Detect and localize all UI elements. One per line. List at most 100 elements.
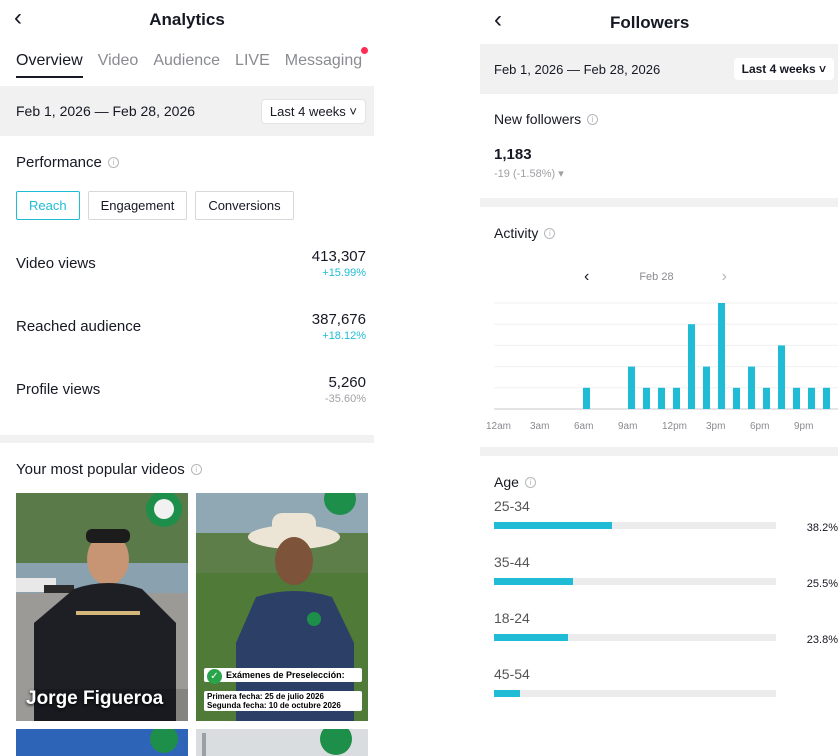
followers-screen: ‹ Followers Feb 1, 2026 — Feb 28, 2026 L… [480, 0, 838, 756]
activity-bar[interactable] [643, 387, 650, 409]
activity-bar[interactable] [778, 345, 785, 409]
activity-date: Feb 28 [639, 271, 674, 283]
age-row: 35-44 25.5% [480, 554, 838, 610]
metric-name: Reached audience [16, 318, 142, 335]
analytics-screen: ‹ Analytics Overview Video Audience LIVE… [0, 0, 374, 756]
info-icon[interactable]: i [190, 464, 202, 475]
chip-engagement[interactable]: Engagement [87, 191, 188, 220]
popular-videos-heading: Your most popular videos i [0, 461, 374, 478]
activity-bar[interactable] [748, 366, 755, 409]
period-select[interactable]: Last 4 weeks ˅ [260, 98, 366, 124]
section-divider [480, 198, 838, 207]
activity-bar[interactable] [658, 387, 665, 409]
activity-bar[interactable] [793, 387, 800, 409]
x-tick-label: 6pm [750, 421, 769, 432]
metric-row[interactable]: Profile views 5,260 -35.60% [0, 358, 374, 421]
age-bar-track [494, 690, 776, 697]
activity-bar[interactable] [703, 366, 710, 409]
performance-label: Performance [16, 154, 102, 171]
age-percent: 38.2% [806, 522, 838, 534]
age-group-label: 45-54 [494, 666, 530, 682]
new-followers-heading: New followers i [494, 111, 824, 127]
age-group-label: 35-44 [494, 554, 530, 570]
page-title: Followers [610, 13, 690, 32]
activity-bar[interactable] [823, 387, 830, 409]
check-icon: ✓ [207, 669, 222, 684]
age-row: 45-54 [480, 666, 838, 722]
x-tick-label: 12am [486, 421, 511, 432]
age-percent: 25.5% [806, 578, 838, 590]
video-caption-line1: Primera fecha: 25 de julio 2026 [207, 692, 324, 701]
info-icon[interactable]: i [587, 113, 599, 125]
age-row: 25-34 38.2% [480, 498, 838, 554]
age-group-label: 18-24 [494, 610, 530, 626]
video-thumbnail-image [16, 493, 188, 721]
new-followers-label: New followers [494, 111, 582, 127]
notification-dot-icon [361, 47, 369, 54]
age-heading: Age i [494, 474, 824, 490]
info-icon[interactable]: i [544, 227, 556, 239]
video-caption-box: ✓ Exámenes de Preselección: [204, 668, 362, 684]
chip-conversions[interactable]: Conversions [195, 191, 294, 220]
tab-overview[interactable]: Overview [16, 52, 83, 78]
activity-bar[interactable] [673, 387, 680, 409]
metric-value: 387,676 [311, 311, 366, 328]
activity-bar[interactable] [733, 387, 740, 409]
metric-name: Video views [16, 255, 96, 272]
activity-label: Activity [494, 225, 539, 241]
activity-bar[interactable] [628, 366, 635, 409]
tab-messaging[interactable]: Messaging [284, 47, 369, 78]
activity-bar[interactable] [688, 324, 695, 409]
tab-bar: Overview Video Audience LIVE Messaging [0, 40, 374, 78]
age-bar-track [494, 578, 776, 585]
age-bar-track [494, 522, 776, 529]
x-tick-label: 3am [530, 421, 549, 432]
info-icon[interactable]: i [524, 476, 536, 488]
tab-live[interactable]: LIVE [235, 52, 270, 78]
activity-bar[interactable] [808, 387, 815, 409]
performance-heading: Performance i [0, 154, 374, 171]
tab-messaging-label: Messaging [284, 52, 363, 69]
video-thumbnail-image [16, 729, 188, 756]
metric-chips: Reach Engagement Conversions [0, 191, 374, 220]
video-thumbnail-image [196, 729, 368, 756]
age-label: Age [494, 474, 519, 490]
prev-day-chevron-icon[interactable]: ‹ [584, 268, 589, 286]
video-thumbnail[interactable] [16, 729, 188, 756]
video-caption-title: Exámenes de Preselección: [226, 670, 345, 680]
tab-video[interactable]: Video [98, 52, 139, 78]
age-list: 25-34 38.2% 35-44 25.5% 18-24 23.8% 45-54 [480, 498, 838, 722]
video-caption: Jorge Figueroa [26, 688, 164, 709]
date-range: Feb 1, 2026 — Feb 28, 2026 [16, 103, 196, 119]
activity-bar[interactable] [583, 387, 590, 409]
age-row: 18-24 23.8% [480, 610, 838, 666]
video-thumbnail[interactable]: ✓ Exámenes de Preselección: Primera fech… [196, 493, 368, 721]
age-bar-track [494, 634, 776, 641]
info-icon[interactable]: i [107, 157, 119, 168]
date-range-bar: Feb 1, 2026 — Feb 28, 2026 Last 4 weeks … [480, 44, 838, 94]
date-range-bar: Feb 1, 2026 — Feb 28, 2026 Last 4 weeks … [0, 86, 374, 136]
section-divider [0, 435, 374, 443]
video-thumbnail[interactable]: Jorge Figueroa [16, 493, 188, 721]
chip-reach[interactable]: Reach [16, 191, 80, 220]
metric-row[interactable]: Reached audience 387,676 +18.12% [0, 295, 374, 358]
header: ‹ Analytics [0, 0, 374, 40]
period-select[interactable]: Last 4 weeks ˅ [733, 58, 834, 80]
age-percent: 23.8% [806, 634, 838, 646]
metric-change: +18.12% [322, 330, 366, 342]
x-tick-label: 3pm [706, 421, 725, 432]
activity-bar[interactable] [718, 303, 725, 409]
metric-value: 5,260 [328, 374, 366, 391]
next-day-chevron-icon[interactable]: › [722, 268, 727, 286]
tab-audience[interactable]: Audience [153, 52, 220, 78]
metric-value: 413,307 [311, 248, 366, 265]
video-thumbnail[interactable] [196, 729, 368, 756]
back-arrow-icon[interactable]: ‹ [494, 8, 502, 32]
header: ‹ Followers [480, 0, 838, 44]
activity-date-nav: ‹ Feb 28 › [480, 267, 838, 287]
age-bar-fill [494, 634, 568, 641]
new-followers-section: New followers i 1,183 -19 (-1.58%) ▾ [480, 111, 838, 180]
activity-bar[interactable] [763, 387, 770, 409]
metric-row[interactable]: Video views 413,307 +15.99% [0, 232, 374, 295]
x-tick-label: 12pm [662, 421, 687, 432]
